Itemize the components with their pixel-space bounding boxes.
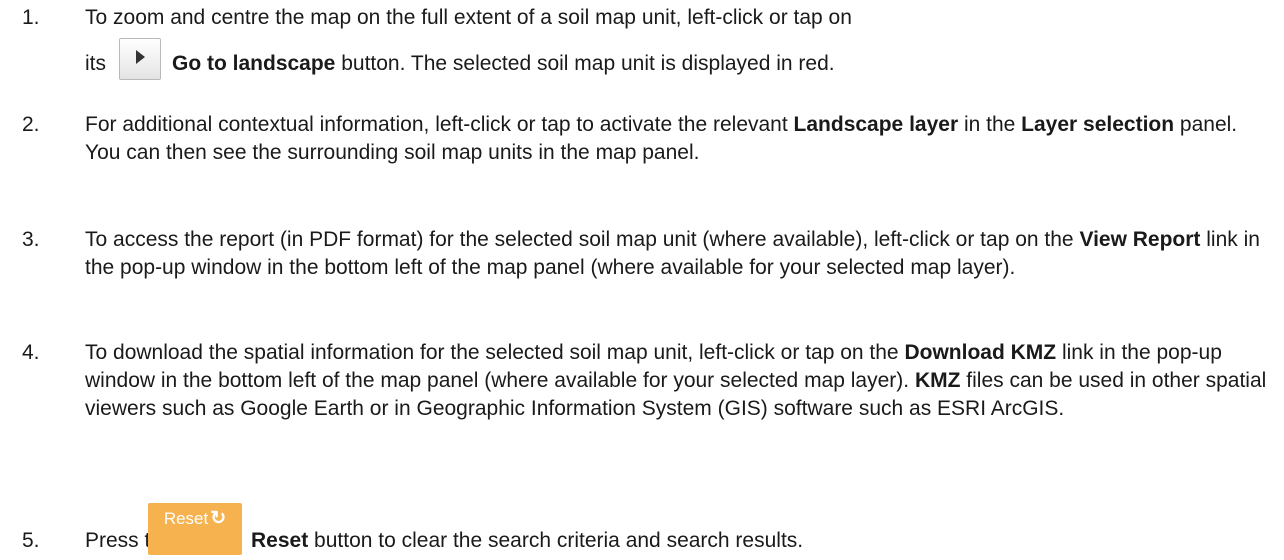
step-text: To access the report (in PDF format) for…	[85, 228, 1260, 279]
step-number: 4.	[22, 341, 40, 364]
step-number: 1.	[22, 6, 40, 29]
step-number: 3.	[22, 228, 40, 251]
step-number: 5.	[22, 529, 40, 552]
step-text: For additional contextual information, l…	[85, 113, 1238, 164]
step-number: 2.	[22, 113, 40, 136]
go-to-landscape-button[interactable]	[119, 38, 161, 80]
step-text: To download the spatial information for …	[85, 341, 1267, 420]
step-text: To zoom and centre the map on the full e…	[85, 6, 852, 29]
refresh-icon: ↻	[210, 508, 227, 529]
play-triangle-icon	[136, 50, 145, 64]
reset-button[interactable]: Reset ↻	[148, 503, 242, 555]
